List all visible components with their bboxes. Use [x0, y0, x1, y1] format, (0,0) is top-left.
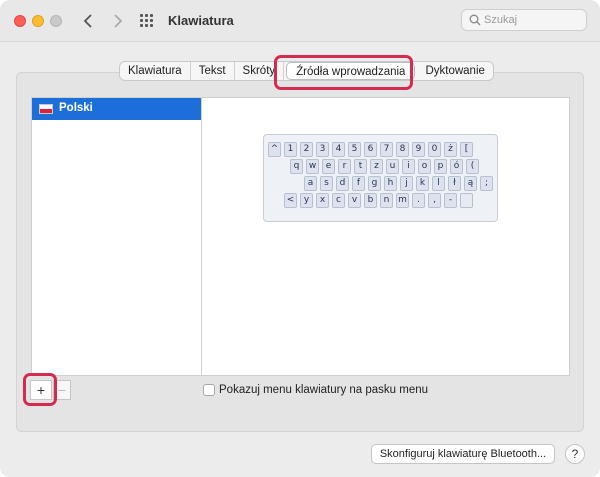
keyboard-key: [: [460, 142, 473, 157]
tab-bar: Klawiatura Tekst Skróty Źródła wprowadza…: [119, 61, 494, 81]
keyboard-key: 4: [332, 142, 345, 157]
keyboard-key: p: [434, 159, 447, 174]
help-button[interactable]: ?: [565, 444, 585, 464]
keyboard-key: -: [444, 193, 457, 208]
tab-shortcuts[interactable]: Skróty: [235, 62, 285, 80]
keyboard-key: <: [284, 193, 297, 208]
keyboard-key: x: [316, 193, 329, 208]
keyboard-layout-preview: ^ 1 2 3 4 5 6 7 8 9 0 ż[ q w e r t z u i o p ó( a s d f g h j k l ł ą; < y x…: [263, 134, 498, 222]
keyboard-key: ,: [428, 193, 441, 208]
tab-keyboard[interactable]: Klawiatura: [120, 62, 191, 80]
keyboard-key: 8: [396, 142, 409, 157]
keyboard-key: o: [418, 159, 431, 174]
keyboard-key: ą: [464, 176, 477, 191]
minimize-window-button[interactable]: [32, 15, 44, 27]
keyboard-key: 5: [348, 142, 361, 157]
setup-bluetooth-keyboard-button[interactable]: Skonfiguruj klawiaturę Bluetooth...: [371, 444, 555, 464]
keyboard-key: ^: [268, 142, 281, 157]
chevron-left-icon: [83, 14, 92, 28]
keyboard-key: d: [336, 176, 349, 191]
tab-dictation[interactable]: Dyktowanie: [417, 62, 492, 80]
keyboard-key: a: [304, 176, 317, 191]
window-title: Klawiatura: [168, 13, 234, 28]
keyboard-row: ^ 1 2 3 4 5 6 7 8 9 0 ż[: [268, 142, 476, 157]
keyboard-key: 7: [380, 142, 393, 157]
keyboard-key: l: [432, 176, 445, 191]
keyboard-key: 9: [412, 142, 425, 157]
keyboard-key: ł: [448, 176, 461, 191]
chevron-right-icon: [114, 14, 123, 28]
keyboard-key: r: [338, 159, 351, 174]
back-button[interactable]: [78, 10, 98, 32]
search-input[interactable]: [484, 12, 582, 28]
keyboard-key: ż: [444, 142, 457, 157]
keyboard-preferences-window: Klawiatura Klawiatura Tekst Skróty Źródł…: [0, 0, 600, 477]
keyboard-key: z: [370, 159, 383, 174]
search-field[interactable]: [461, 9, 587, 31]
keyboard-key: 6: [364, 142, 377, 157]
keyboard-row: a s d f g h j k l ł ą;: [304, 176, 496, 191]
poland-flag-icon: [39, 104, 53, 114]
keyboard-key: u: [386, 159, 399, 174]
keyboard-key: 2: [300, 142, 313, 157]
keyboard-key: 3: [316, 142, 329, 157]
keyboard-key: n: [380, 193, 393, 208]
keyboard-key: j: [400, 176, 413, 191]
keyboard-key-blank: [460, 193, 473, 208]
keyboard-key: e: [322, 159, 335, 174]
keyboard-key: .: [412, 193, 425, 208]
forward-button[interactable]: [108, 10, 128, 32]
search-icon: [469, 14, 481, 26]
keyboard-key: b: [364, 193, 377, 208]
keyboard-key: h: [384, 176, 397, 191]
keyboard-key: (: [466, 159, 479, 174]
show-keyboard-menu-label: Pokazuj menu klawiatury na pasku menu: [219, 384, 429, 396]
keyboard-row: < y x c v b n m., -: [284, 193, 476, 208]
input-sources-list[interactable]: Polski: [31, 97, 202, 376]
keyboard-key: 1: [284, 142, 297, 157]
list-item-label: Polski: [59, 102, 93, 114]
keyboard-key: ;: [480, 176, 493, 191]
tab-text[interactable]: Tekst: [191, 62, 235, 80]
keyboard-key: w: [306, 159, 319, 174]
keyboard-key: k: [416, 176, 429, 191]
keyboard-key: s: [320, 176, 333, 191]
close-window-button[interactable]: [14, 15, 26, 27]
keyboard-key: 0: [428, 142, 441, 157]
keyboard-key: ó: [450, 159, 463, 174]
keyboard-key: g: [368, 176, 381, 191]
keyboard-key: f: [352, 176, 365, 191]
keyboard-key: m: [396, 193, 409, 208]
keyboard-key: q: [290, 159, 303, 174]
keyboard-row: q w e r t z u i o p ó(: [290, 159, 482, 174]
add-input-source-button[interactable]: +: [30, 380, 52, 400]
remove-input-source-button[interactable]: −: [53, 380, 71, 400]
keyboard-key: t: [354, 159, 367, 174]
titlebar: Klawiatura: [0, 0, 600, 42]
keyboard-key: v: [348, 193, 361, 208]
show-all-grid-icon[interactable]: [140, 14, 154, 28]
keyboard-key: y: [300, 193, 313, 208]
keyboard-key: c: [332, 193, 345, 208]
keyboard-key: i: [402, 159, 415, 174]
zoom-window-button[interactable]: [50, 15, 62, 27]
show-keyboard-menu-checkbox[interactable]: [203, 384, 215, 396]
tab-input-sources[interactable]: Źródła wprowadzania: [286, 62, 416, 80]
list-item-polish[interactable]: Polski: [32, 98, 201, 120]
